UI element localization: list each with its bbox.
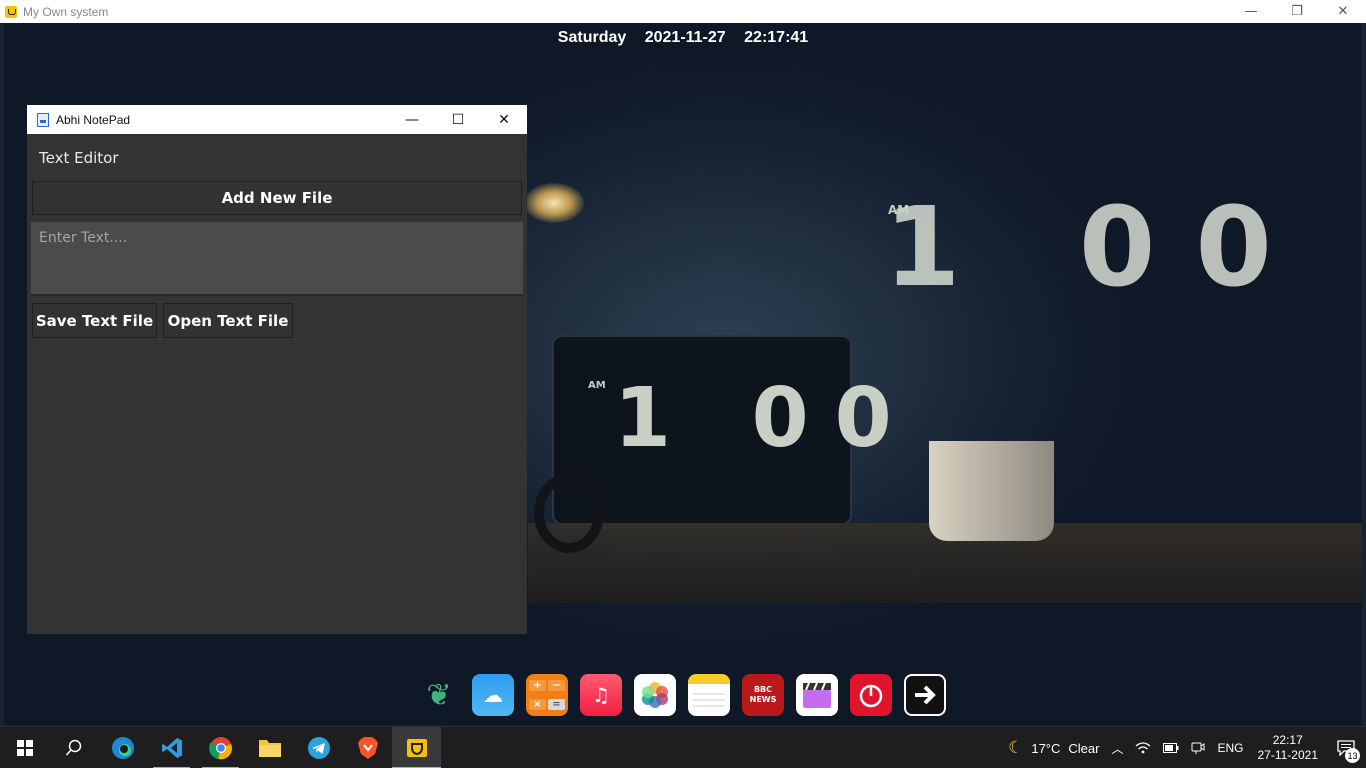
music-note-icon[interactable]: ♫ <box>580 674 622 716</box>
language-indicator[interactable]: ENG <box>1217 741 1243 755</box>
weather-temp: 17°C <box>1031 740 1061 756</box>
taskbar-date: 27-11-2021 <box>1257 748 1319 762</box>
folder-icon <box>258 739 281 757</box>
brave-icon <box>357 736 378 759</box>
app-shield-icon <box>5 5 17 18</box>
arrow-right-icon[interactable] <box>904 674 946 716</box>
taskbar-clock[interactable]: 22:17 27-11-2021 <box>1258 733 1319 763</box>
notepad-close-button[interactable]: ✕ <box>481 105 527 134</box>
notepad-app-icon <box>37 112 49 127</box>
calculator-icon[interactable]: + − × = <box>526 674 568 716</box>
save-text-file-button[interactable]: Save Text File <box>32 303 157 338</box>
moon-icon: ☾ <box>1008 738 1024 757</box>
desktop-time: 22:17:41 <box>744 29 809 46</box>
desktop-date: 2021-11-27 <box>644 29 726 46</box>
wifi-icon[interactable] <box>1135 741 1151 755</box>
text-input[interactable] <box>31 222 523 296</box>
clapperboard-icon[interactable] <box>796 674 838 716</box>
desktop-datetime: Saturday 2021-11-27 22:17:41 <box>4 29 1362 47</box>
notepad-title: Abhi NotePad <box>56 112 131 127</box>
wallpaper-lamp <box>524 183 584 223</box>
chevron-up-icon[interactable]: ︿ <box>1111 740 1123 757</box>
notification-count-badge: 13 <box>1345 748 1360 763</box>
text-editor-label: Text Editor <box>39 149 119 167</box>
open-text-file-button[interactable]: Open Text File <box>163 303 293 338</box>
taskbar: ☾ 17°C Clear ︿ ENG 22:17 27-11-2021 13 <box>0 726 1366 768</box>
app-dock: ❦ ☁ + − × = ♫ BBC NEWS <box>418 674 946 720</box>
taskbar-file-explorer[interactable] <box>245 727 294 768</box>
camera-icon[interactable] <box>1191 741 1205 755</box>
weather-widget[interactable]: ☾ 17°C Clear <box>1008 738 1099 758</box>
wallpaper-headphones <box>534 473 604 553</box>
notepad-titlebar[interactable]: Abhi NotePad — ☐ ✕ <box>27 105 527 134</box>
bbc-label: BBC <box>753 685 773 694</box>
vscode-icon <box>161 737 182 758</box>
telegram-icon <box>307 736 330 759</box>
wallpaper-clock-digits: 1 00 <box>884 183 1312 311</box>
chrome-icon <box>208 736 232 759</box>
weather-text: Clear <box>1068 740 1100 756</box>
taskbar-my-own-system[interactable] <box>392 726 441 768</box>
notepad-minimize-button[interactable]: — <box>389 105 435 134</box>
outer-close-button[interactable]: ✕ <box>1320 0 1366 23</box>
wallpaper-laptop-am-label: AM <box>588 380 606 391</box>
taskbar-brave[interactable] <box>343 727 392 768</box>
news-label: NEWS <box>749 695 777 704</box>
bbc-news-icon[interactable]: BBC NEWS <box>742 674 784 716</box>
leaf-app-icon[interactable]: ❦ <box>418 674 460 716</box>
windows-logo-icon <box>16 739 33 756</box>
taskbar-edge[interactable] <box>98 727 147 768</box>
battery-icon[interactable] <box>1163 743 1179 753</box>
wallpaper-mug <box>929 441 1054 541</box>
edge-icon <box>111 736 134 759</box>
notepad-maximize-button[interactable]: ☐ <box>435 105 481 134</box>
search-button[interactable] <box>49 727 98 768</box>
photos-icon[interactable] <box>634 674 676 716</box>
cloud-icon[interactable]: ☁ <box>472 674 514 716</box>
search-icon <box>65 739 81 756</box>
start-button[interactable] <box>0 727 49 768</box>
taskbar-chrome[interactable] <box>196 727 245 768</box>
notification-center-button[interactable]: 13 <box>1326 727 1366 768</box>
notes-icon[interactable] <box>688 674 730 716</box>
power-icon[interactable] <box>850 674 892 716</box>
add-new-file-button[interactable]: Add New File <box>32 181 522 215</box>
outer-minimize-button[interactable]: — <box>1228 0 1274 23</box>
outer-restore-button[interactable]: ❐ <box>1274 0 1320 23</box>
taskbar-vscode[interactable] <box>147 727 196 768</box>
wallpaper-laptop-clock-digits: 1 00 <box>614 371 918 466</box>
outer-window-titlebar: My Own system — ❐ ✕ <box>0 0 1366 23</box>
system-tray: ☾ 17°C Clear ︿ ENG 22:17 27-11-2021 13 <box>1002 727 1366 768</box>
outer-window-title: My Own system <box>23 4 109 19</box>
notepad-window: Abhi NotePad — ☐ ✕ Text Editor Add New F… <box>27 105 527 634</box>
taskbar-telegram[interactable] <box>294 727 343 768</box>
taskbar-time: 22:17 <box>1272 733 1303 747</box>
shield-app-icon <box>406 738 427 757</box>
desktop-day: Saturday <box>557 29 627 46</box>
